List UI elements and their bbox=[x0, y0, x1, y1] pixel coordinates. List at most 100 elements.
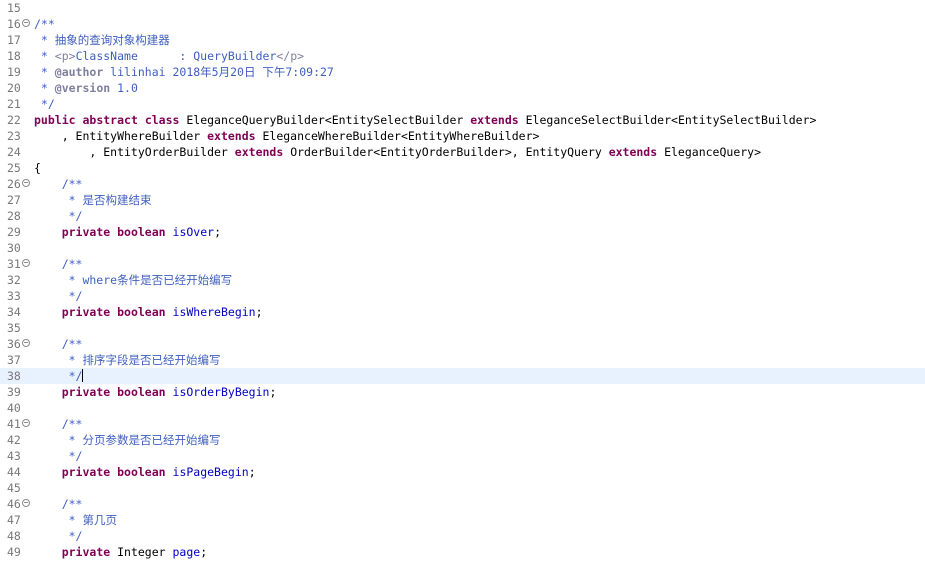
code-line[interactable]: 36− /** bbox=[0, 336, 925, 352]
line-number: 19 bbox=[7, 65, 21, 79]
code-line[interactable]: 33 */ bbox=[0, 288, 925, 304]
line-number: 35 bbox=[7, 321, 21, 335]
line-code: /** bbox=[34, 256, 83, 272]
line-gutter: 47 bbox=[0, 512, 34, 528]
code-token: * 抽象的查询对象构建器 bbox=[34, 33, 170, 47]
code-line[interactable]: 25 { bbox=[0, 160, 925, 176]
code-line[interactable]: 17 * 抽象的查询对象构建器 bbox=[0, 32, 925, 48]
line-code: * 排序字段是否已经开始编写 bbox=[34, 352, 221, 368]
code-token: </p> bbox=[276, 49, 305, 63]
line-number: 37 bbox=[7, 353, 21, 367]
code-token: */ bbox=[34, 449, 83, 463]
code-line[interactable]: 41− /** bbox=[0, 416, 925, 432]
line-gutter: 30 bbox=[0, 240, 34, 256]
fold-collapse-icon[interactable]: − bbox=[22, 499, 30, 507]
fold-collapse-icon[interactable]: − bbox=[22, 339, 30, 347]
code-line[interactable]: 27 * 是否构建结束 bbox=[0, 192, 925, 208]
code-token: * 排序字段是否已经开始编写 bbox=[34, 353, 221, 367]
line-code: */ bbox=[34, 208, 83, 224]
line-number: 27 bbox=[7, 193, 21, 207]
code-token: * 第几页 bbox=[34, 513, 117, 527]
line-number: 16 bbox=[7, 17, 21, 31]
line-number: 15 bbox=[7, 1, 21, 15]
line-code: , EntityWhereBuilder extends EleganceWhe… bbox=[34, 128, 540, 144]
fold-collapse-icon[interactable]: − bbox=[22, 419, 30, 427]
code-line[interactable]: 35 bbox=[0, 320, 925, 336]
code-editor[interactable]: 15 16−/** 17 * 抽象的查询对象构建器 18 * <p>ClassName… bbox=[0, 0, 925, 568]
code-token: private bbox=[61, 385, 111, 399]
code-line[interactable]: 44 private boolean isPageBegin; bbox=[0, 464, 925, 480]
code-token: 1.0 bbox=[110, 81, 138, 95]
code-token: /** bbox=[61, 417, 83, 431]
line-code: public abstract class EleganceQueryBuild… bbox=[34, 112, 816, 128]
code-line[interactable]: 47 * 第几页 bbox=[0, 512, 925, 528]
code-token: private bbox=[61, 465, 111, 479]
code-token: /** bbox=[61, 257, 83, 271]
line-gutter: 42 bbox=[0, 432, 34, 448]
code-token: ; bbox=[214, 225, 221, 239]
code-token: */ bbox=[34, 209, 83, 223]
code-token: EleganceQueryBuilder<EntitySelectBuilder bbox=[179, 113, 471, 127]
line-gutter: 41− bbox=[0, 416, 34, 432]
code-line[interactable]: 28 */ bbox=[0, 208, 925, 224]
code-token: /** bbox=[61, 337, 83, 351]
code-line[interactable]: 45 bbox=[0, 480, 925, 496]
code-line[interactable]: 21 */ bbox=[0, 96, 925, 112]
code-line[interactable]: 18 * <p>ClassName : QueryBuilder</p> bbox=[0, 48, 925, 64]
code-token: isOver bbox=[172, 225, 215, 239]
code-token: */ bbox=[34, 529, 83, 543]
line-code: , EntityOrderBuilder extends OrderBuilde… bbox=[34, 144, 761, 160]
code-line[interactable]: 40 bbox=[0, 400, 925, 416]
code-token: /** bbox=[34, 17, 55, 31]
code-line[interactable]: 22 public abstract class EleganceQueryBui… bbox=[0, 112, 925, 128]
code-token: EleganceWhereBuilder<EntityWhereBuilder> bbox=[255, 129, 540, 143]
line-gutter: 36− bbox=[0, 336, 34, 352]
code-line[interactable]: 42 * 分页参数是否已经开始编写 bbox=[0, 432, 925, 448]
code-line[interactable]: 32 * where条件是否已经开始编写 bbox=[0, 272, 925, 288]
code-line[interactable]: 20 * @version 1.0 bbox=[0, 80, 925, 96]
fold-collapse-icon[interactable]: − bbox=[22, 259, 30, 267]
code-line[interactable]: 37 * 排序字段是否已经开始编写 bbox=[0, 352, 925, 368]
code-line[interactable]: 15 bbox=[0, 0, 925, 16]
line-number: 28 bbox=[7, 209, 21, 223]
text-caret bbox=[82, 369, 84, 382]
code-line[interactable]: 39 private boolean isOrderByBegin; bbox=[0, 384, 925, 400]
code-line[interactable]: 30 bbox=[0, 240, 925, 256]
code-line[interactable]: 31− /** bbox=[0, 256, 925, 272]
code-token: boolean bbox=[117, 385, 166, 399]
fold-collapse-icon[interactable]: − bbox=[22, 179, 30, 187]
code-line[interactable]: 19 * @author lilinhai 2018年5月20日 下午7:09:… bbox=[0, 64, 925, 80]
line-code: /** bbox=[34, 496, 83, 512]
code-line[interactable]: 48 */ bbox=[0, 528, 925, 544]
code-line[interactable]: 46− /** bbox=[0, 496, 925, 512]
code-token: */ bbox=[34, 97, 55, 111]
code-line[interactable]: 24 , EntityOrderBuilder extends OrderBui… bbox=[0, 144, 925, 160]
code-token: * 是否构建结束 bbox=[34, 193, 152, 207]
code-token: EleganceSelectBuilder<EntitySelectBuilde… bbox=[518, 113, 817, 127]
line-number: 30 bbox=[7, 241, 21, 255]
code-token: , EntityOrderBuilder bbox=[34, 145, 235, 159]
line-code: { bbox=[34, 160, 41, 176]
fold-collapse-icon[interactable]: − bbox=[22, 19, 30, 27]
line-gutter: 44 bbox=[0, 464, 34, 480]
code-line[interactable]: 23 , EntityWhereBuilder extends Elegance… bbox=[0, 128, 925, 144]
code-line[interactable]: 49 private Integer page; bbox=[0, 544, 925, 560]
line-number: 31 bbox=[7, 257, 21, 271]
code-line[interactable]: 38 */ bbox=[0, 368, 925, 384]
line-gutter: 21 bbox=[0, 96, 34, 112]
code-line[interactable]: 26− /** bbox=[0, 176, 925, 192]
code-line[interactable]: 34 private boolean isWhereBegin; bbox=[0, 304, 925, 320]
line-number: 23 bbox=[7, 129, 21, 143]
line-number: 47 bbox=[7, 513, 21, 527]
line-gutter: 40 bbox=[0, 400, 34, 416]
code-line[interactable]: 16−/** bbox=[0, 16, 925, 32]
code-line[interactable]: 43 */ bbox=[0, 448, 925, 464]
line-number: 22 bbox=[7, 113, 21, 127]
code-line[interactable]: 29 private boolean isOver; bbox=[0, 224, 925, 240]
